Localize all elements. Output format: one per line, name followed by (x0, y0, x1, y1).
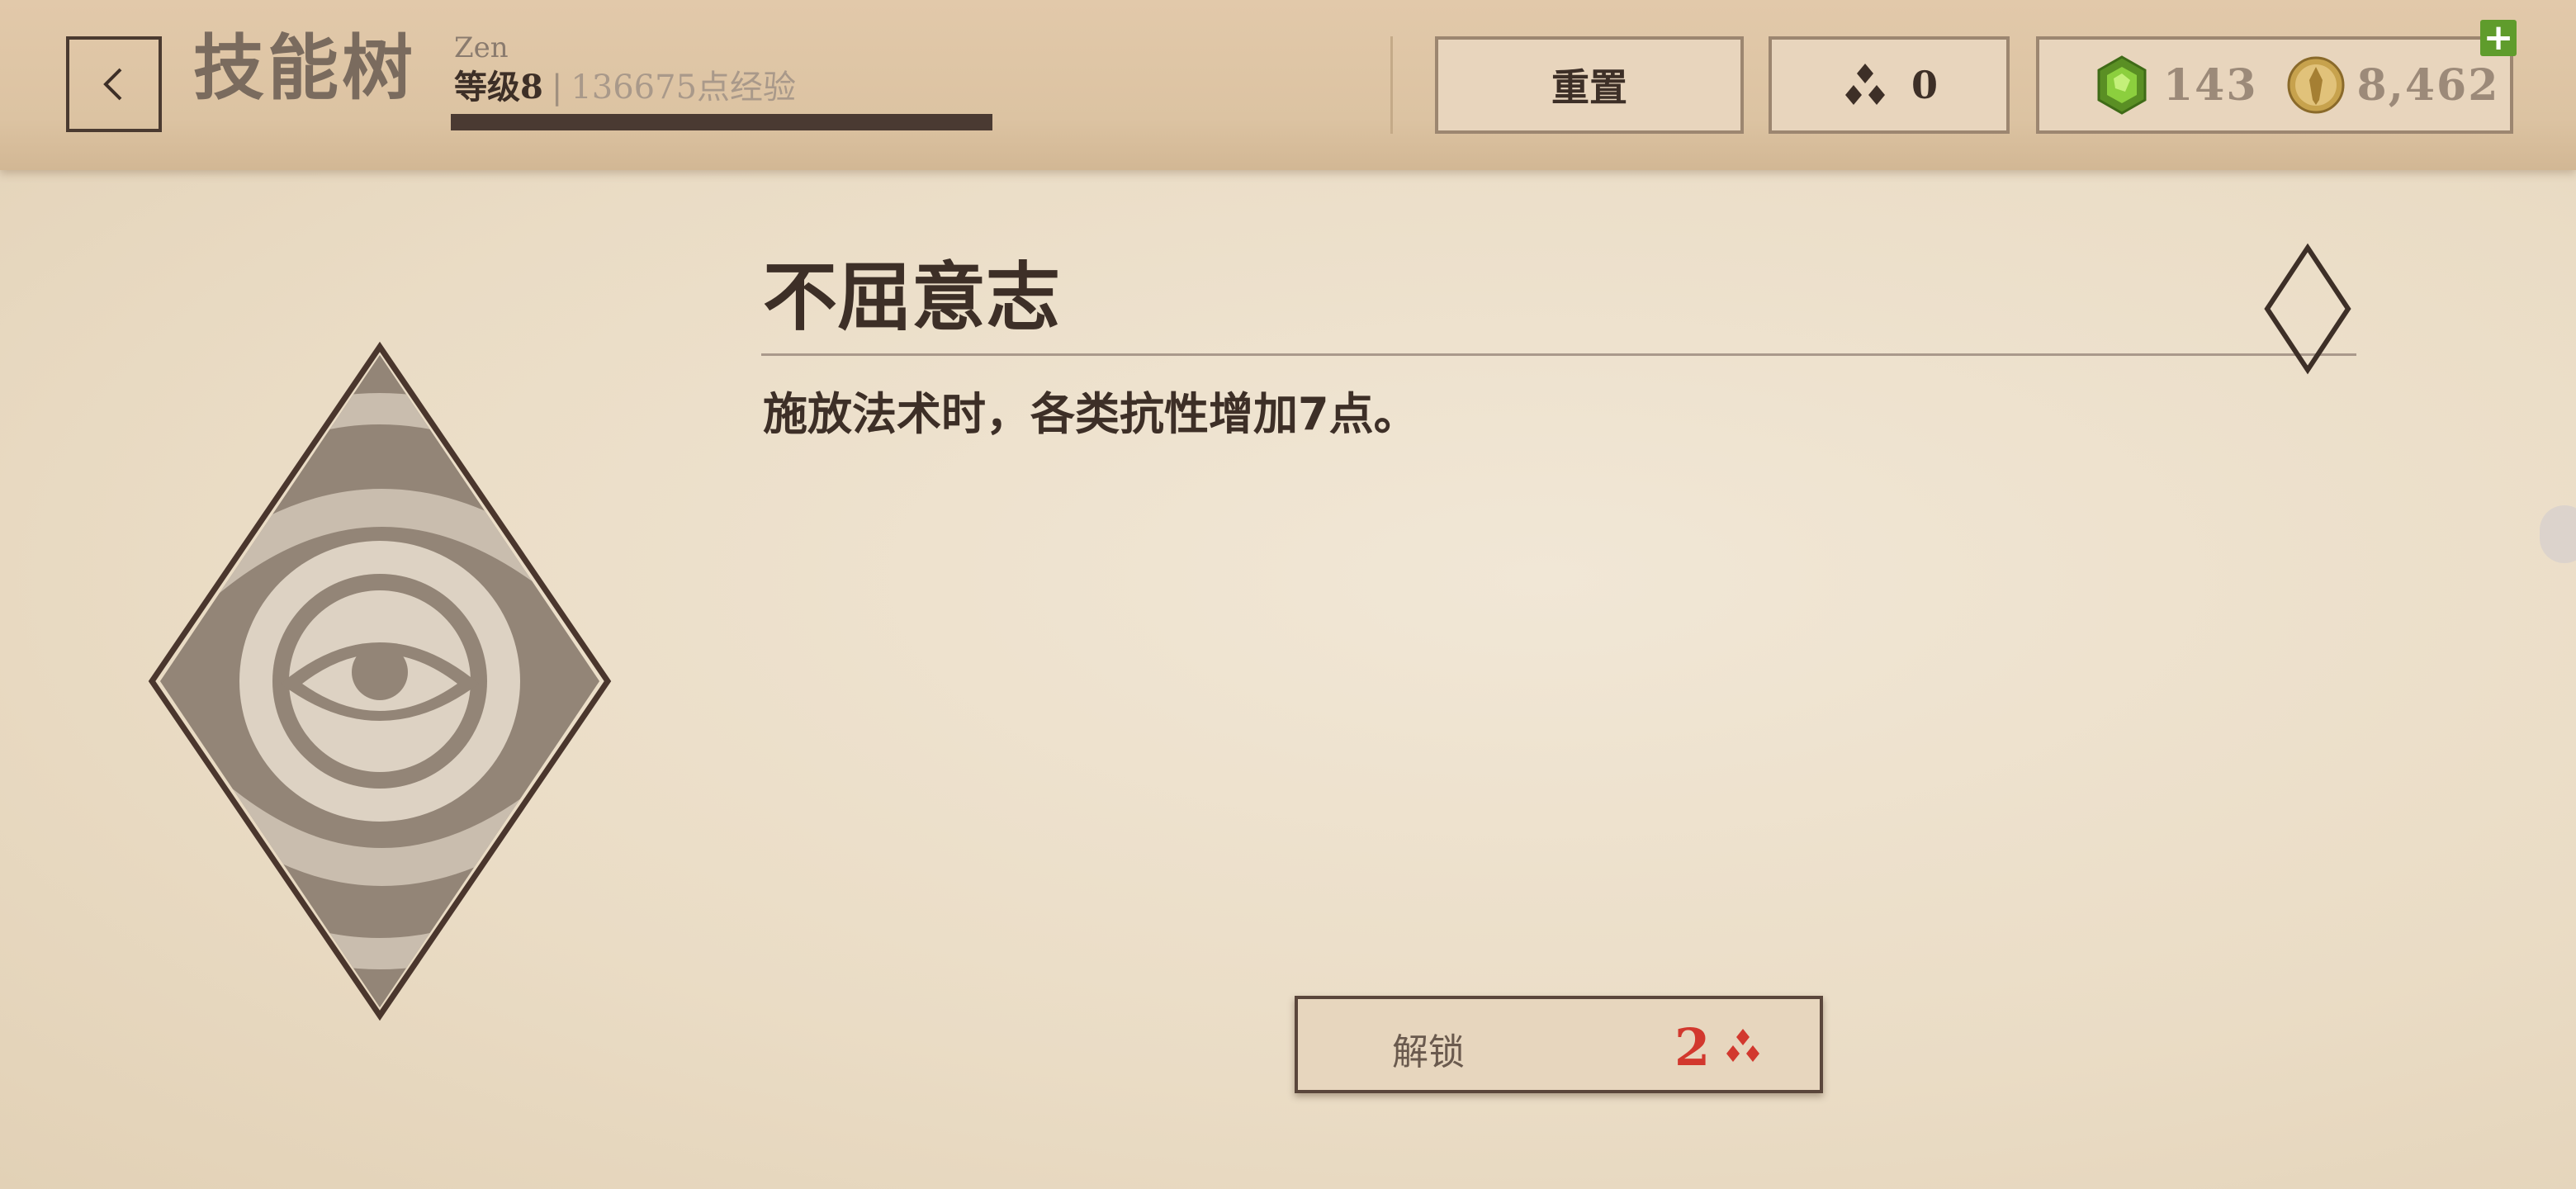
level-info: 等级8 | 136675点经验 (454, 68, 797, 107)
skill-points-value: 0 (1911, 63, 1938, 107)
unlock-button[interactable]: 解锁 2 (1295, 996, 1823, 1093)
title-divider (761, 353, 2356, 356)
header-divider (1390, 36, 1393, 134)
unlock-label: 解锁 (1392, 1031, 1465, 1073)
add-currency-button[interactable]: + (2480, 20, 2517, 56)
reset-label: 重置 (1551, 65, 1627, 110)
level-label: 等级 (454, 69, 520, 107)
player-name: Zen (454, 31, 509, 64)
xp-bar-fill (451, 114, 992, 130)
skill-point-icon (1844, 64, 1885, 105)
skill-title: 不屈意志 (763, 254, 1060, 341)
page-title: 技能树 (193, 27, 416, 110)
gem-count: 143 (2163, 59, 2258, 111)
currency-display: 143 8,462 (2036, 36, 2513, 134)
skill-emblem (140, 339, 619, 1027)
gem-icon (2097, 55, 2147, 115)
back-arrow-icon (103, 68, 122, 101)
level-separator: | (551, 69, 563, 107)
unlock-cost: 2 (1674, 1017, 1711, 1078)
top-bar: 技能树 Zen 等级8 | 136675点经验 重置 0 143 8,462 + (0, 0, 2576, 170)
eye-emblem-icon (148, 341, 612, 1021)
gold-coin-icon (2287, 56, 2345, 114)
skill-description: 施放法术时，各类抗性增加7点。 (763, 388, 1418, 440)
rank-diamond (2262, 243, 2353, 378)
skill-point-icon (1726, 1029, 1759, 1062)
rank-diamond-icon (2264, 243, 2351, 375)
reset-button[interactable]: 重置 (1435, 36, 1744, 134)
xp-text: 136675点经验 (571, 69, 797, 107)
level-value: 8 (520, 68, 543, 107)
back-button[interactable] (66, 36, 162, 132)
side-scroll-handle[interactable] (2540, 505, 2576, 563)
xp-bar (451, 114, 992, 130)
gold-count: 8,462 (2356, 59, 2500, 111)
skill-points-display: 0 (1769, 36, 2010, 134)
